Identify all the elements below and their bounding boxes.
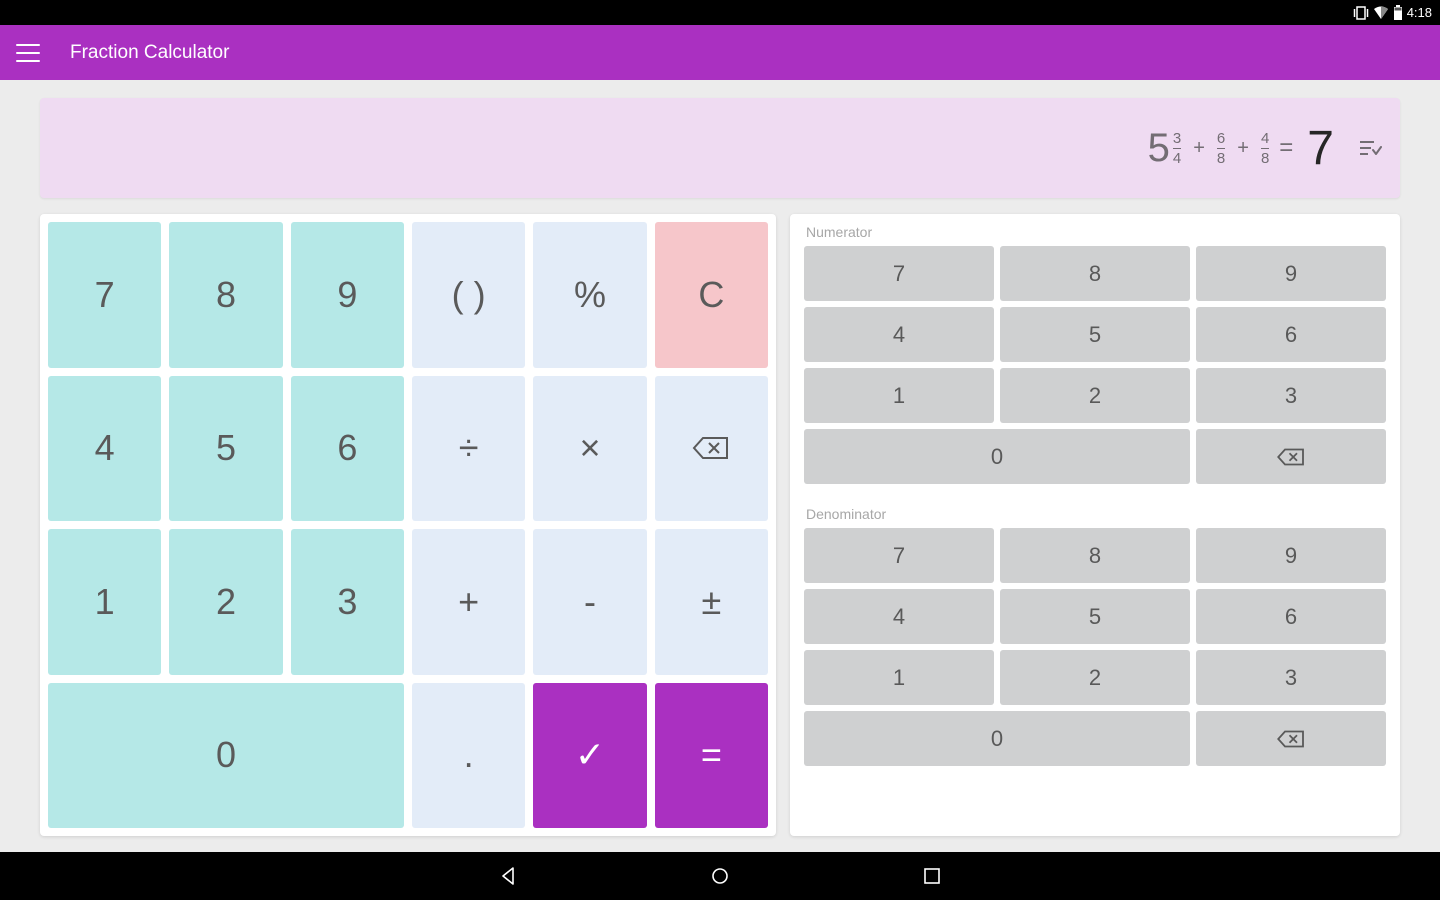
num-key-backspace[interactable] (1196, 429, 1386, 484)
denominator-group: Denominator 7 8 9 4 5 6 1 2 3 0 (804, 504, 1386, 766)
app-title: Fraction Calculator (70, 42, 229, 64)
key-1[interactable]: 1 (48, 529, 161, 675)
num-key-6[interactable]: 6 (1196, 307, 1386, 362)
term-3-denominator: 8 (1261, 148, 1269, 166)
key-divide[interactable]: ÷ (412, 376, 525, 522)
expression-display: 5 3 4 + 6 8 + 4 8 = 7 (40, 98, 1400, 198)
keypad-panels: 7 8 9 ( ) % C 4 5 6 ÷ × 1 2 3 (40, 214, 1400, 836)
nav-recent-icon[interactable] (921, 865, 943, 887)
den-key-0[interactable]: 0 (804, 711, 1190, 766)
key-9[interactable]: 9 (291, 222, 404, 368)
key-check[interactable]: ✓ (533, 683, 646, 829)
content-area: 5 3 4 + 6 8 + 4 8 = 7 (0, 80, 1440, 852)
equals-sign: = (1279, 134, 1293, 162)
operator-2: + (1235, 137, 1251, 160)
status-time: 4:18 (1407, 5, 1432, 20)
den-key-6[interactable]: 6 (1196, 589, 1386, 644)
term-1: 5 3 4 (1148, 128, 1182, 168)
den-key-5[interactable]: 5 (1000, 589, 1190, 644)
denominator-label: Denominator (804, 504, 1386, 528)
num-key-2[interactable]: 2 (1000, 368, 1190, 423)
den-key-backspace[interactable] (1196, 711, 1386, 766)
fraction-keypad: Numerator 7 8 9 4 5 6 1 2 3 0 (790, 214, 1400, 836)
den-key-2[interactable]: 2 (1000, 650, 1190, 705)
num-key-8[interactable]: 8 (1000, 246, 1190, 301)
num-key-9[interactable]: 9 (1196, 246, 1386, 301)
term-2-numerator: 6 (1217, 131, 1225, 148)
term-3-numerator: 4 (1261, 131, 1269, 148)
nav-home-icon[interactable] (709, 865, 731, 887)
key-minus[interactable]: - (533, 529, 646, 675)
android-status-bar: 4:18 (0, 0, 1440, 25)
den-key-3[interactable]: 3 (1196, 650, 1386, 705)
app-bar: Fraction Calculator (0, 25, 1440, 80)
term-1-numerator: 3 (1173, 131, 1181, 148)
key-multiply[interactable]: × (533, 376, 646, 522)
key-equals[interactable]: = (655, 683, 768, 829)
key-plus[interactable]: + (412, 529, 525, 675)
vibrate-icon (1353, 6, 1369, 20)
den-key-8[interactable]: 8 (1000, 528, 1190, 583)
key-parentheses[interactable]: ( ) (412, 222, 525, 368)
term-2: 6 8 (1217, 131, 1225, 166)
numerator-label: Numerator (804, 222, 1386, 246)
numerator-group: Numerator 7 8 9 4 5 6 1 2 3 0 (804, 222, 1386, 484)
result-value: 7 (1303, 121, 1334, 176)
wifi-icon (1373, 6, 1389, 20)
term-2-denominator: 8 (1217, 148, 1225, 166)
nav-back-icon[interactable] (497, 865, 519, 887)
key-clear[interactable]: C (655, 222, 768, 368)
key-5[interactable]: 5 (169, 376, 282, 522)
term-1-fraction: 3 4 (1173, 131, 1181, 166)
key-6[interactable]: 6 (291, 376, 404, 522)
key-0[interactable]: 0 (48, 683, 404, 829)
num-key-7[interactable]: 7 (804, 246, 994, 301)
key-percent[interactable]: % (533, 222, 646, 368)
key-7[interactable]: 7 (48, 222, 161, 368)
term-1-whole: 5 (1148, 128, 1170, 168)
num-key-1[interactable]: 1 (804, 368, 994, 423)
operator-1: + (1191, 137, 1207, 160)
menu-icon[interactable] (16, 44, 40, 62)
key-3[interactable]: 3 (291, 529, 404, 675)
num-key-3[interactable]: 3 (1196, 368, 1386, 423)
key-2[interactable]: 2 (169, 529, 282, 675)
main-keypad: 7 8 9 ( ) % C 4 5 6 ÷ × 1 2 3 (40, 214, 776, 836)
key-8[interactable]: 8 (169, 222, 282, 368)
den-key-7[interactable]: 7 (804, 528, 994, 583)
num-key-4[interactable]: 4 (804, 307, 994, 362)
expression: 5 3 4 + 6 8 + 4 8 = 7 (1148, 121, 1334, 176)
term-3: 4 8 (1261, 131, 1269, 166)
android-nav-bar (0, 852, 1440, 900)
term-1-denominator: 4 (1173, 148, 1181, 166)
history-menu-icon[interactable] (1358, 139, 1382, 157)
key-backspace[interactable] (655, 376, 768, 522)
num-key-5[interactable]: 5 (1000, 307, 1190, 362)
key-4[interactable]: 4 (48, 376, 161, 522)
den-key-1[interactable]: 1 (804, 650, 994, 705)
den-key-4[interactable]: 4 (804, 589, 994, 644)
key-plusminus[interactable]: ± (655, 529, 768, 675)
key-dot[interactable]: . (412, 683, 525, 829)
battery-icon (1393, 5, 1403, 20)
num-key-0[interactable]: 0 (804, 429, 1190, 484)
den-key-9[interactable]: 9 (1196, 528, 1386, 583)
